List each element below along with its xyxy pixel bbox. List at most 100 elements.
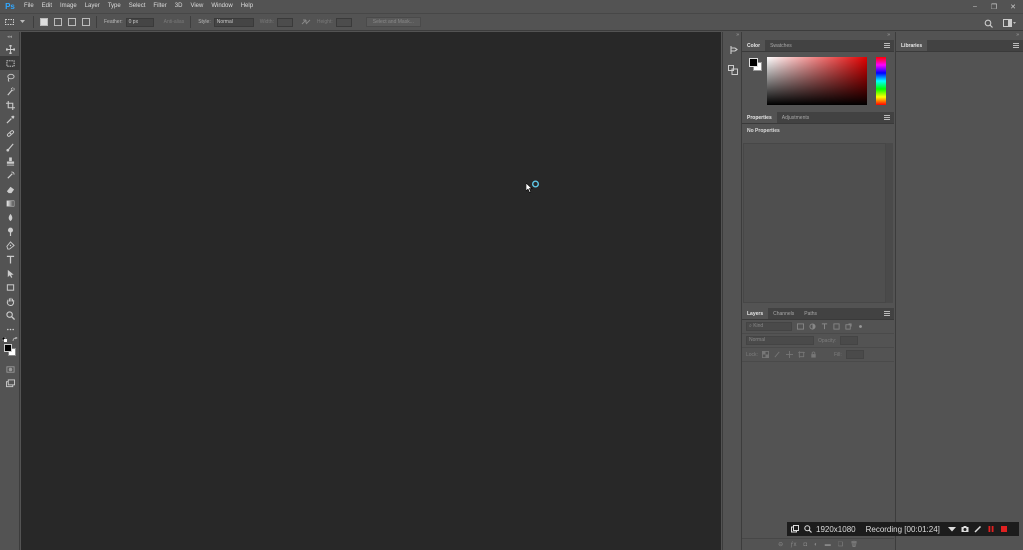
tab-swatches[interactable]: Swatches [765,40,797,51]
path-selection-tool-icon[interactable] [0,266,20,280]
link-layers-icon[interactable]: ⊖ [778,541,783,548]
minimize-button[interactable]: – [971,3,979,10]
subtract-from-selection-button[interactable] [68,18,76,26]
tab-layers[interactable]: Layers [742,308,769,319]
style-select[interactable]: Normal [213,17,254,27]
menu-image[interactable]: Image [56,0,81,13]
document-canvas[interactable] [21,32,721,550]
properties-scrollbar[interactable] [886,143,893,303]
pen-annotate-icon[interactable] [974,525,983,534]
marquee-tool-icon[interactable] [0,56,20,70]
color-picker-field[interactable] [767,57,867,105]
menu-view[interactable]: View [186,0,207,13]
stop-icon[interactable] [1000,525,1009,534]
lock-all-icon[interactable] [810,351,818,359]
smart-object-filter-icon[interactable] [844,323,852,331]
brush-tool-icon[interactable] [0,140,20,154]
new-selection-button[interactable] [40,18,48,26]
adjustment-layer-icon[interactable]: ◐ [814,542,818,548]
feather-input[interactable]: 0 px [125,17,154,27]
close-button[interactable]: ✕ [1009,3,1017,11]
zoom-tool-icon[interactable] [0,308,20,322]
dodge-tool-icon[interactable] [0,224,20,238]
recorder-dropdown-icon[interactable] [948,525,957,534]
menu-3d[interactable]: 3D [171,0,187,13]
layer-mask-icon[interactable]: ◘ [804,542,808,548]
height-input[interactable] [335,17,352,27]
foreground-color-swatch[interactable] [4,344,12,352]
lock-position-icon[interactable] [786,351,794,359]
crop-tool-icon[interactable] [0,98,20,112]
recorder-zoom-icon[interactable] [803,525,812,534]
swap-dimensions-icon[interactable] [301,18,311,26]
fill-input[interactable] [845,350,864,359]
panel-menu-icon[interactable] [1013,43,1019,48]
delete-layer-icon[interactable]: 🗑 [850,541,858,548]
filter-toggle-icon[interactable] [856,323,864,331]
menu-edit[interactable]: Edit [38,0,56,13]
screen-mode-icon[interactable] [0,376,20,390]
blur-tool-icon[interactable] [0,210,20,224]
panel-menu-icon[interactable] [884,115,890,120]
hand-tool-icon[interactable] [0,294,20,308]
select-and-mask-button[interactable]: Select and Mask... [365,17,421,27]
search-icon[interactable] [984,19,993,28]
new-layer-icon[interactable]: ❏ [838,541,843,548]
quick-selection-tool-icon[interactable] [0,84,20,98]
intersect-selection-button[interactable] [82,18,90,26]
pause-icon[interactable] [987,525,996,534]
anti-alias-checkbox[interactable]: Anti-alias [164,19,185,25]
eraser-tool-icon[interactable] [0,182,20,196]
panel-collapse-arrows[interactable]: » [742,32,894,38]
clone-stamp-tool-icon[interactable] [0,154,20,168]
tab-libraries[interactable]: Libraries [896,40,928,51]
lock-transparent-icon[interactable] [762,351,770,359]
menu-help[interactable]: Help [237,0,257,13]
type-tool-icon[interactable] [0,252,20,266]
menu-select[interactable]: Select [125,0,150,13]
menu-file[interactable]: File [20,0,38,13]
lasso-tool-icon[interactable] [0,70,20,84]
menu-filter[interactable]: Filter [149,0,170,13]
image-filter-icon[interactable] [796,323,804,331]
new-group-icon[interactable]: ▬ [825,542,831,548]
pen-tool-icon[interactable] [0,238,20,252]
menu-type[interactable]: Type [104,0,125,13]
lock-artboard-icon[interactable] [798,351,806,359]
panel-menu-icon[interactable] [884,311,890,316]
lock-image-icon[interactable] [774,351,782,359]
rectangle-tool-icon[interactable] [0,280,20,294]
color-panel-foreground-swatch[interactable] [749,58,758,67]
history-brush-tool-icon[interactable] [0,168,20,182]
move-tool-icon[interactable] [0,42,20,56]
quick-mask-icon[interactable] [0,362,20,376]
add-to-selection-button[interactable] [54,18,62,26]
hue-slider[interactable] [876,57,886,105]
panel-menu-icon[interactable] [884,43,890,48]
type-filter-icon[interactable] [820,323,828,331]
tab-adjustments[interactable]: Adjustments [777,112,815,123]
properties-panel-icon[interactable] [724,62,742,78]
more-tools-icon[interactable] [0,322,20,336]
eyedropper-tool-icon[interactable] [0,112,20,126]
width-input[interactable] [276,17,293,27]
tab-channels[interactable]: Channels [768,308,799,319]
restore-button[interactable]: ❐ [990,3,998,11]
gradient-tool-icon[interactable] [0,196,20,210]
swap-colors-icon[interactable] [12,337,18,342]
adjustment-filter-icon[interactable] [808,323,816,331]
libraries-collapse-arrows[interactable]: » [896,32,1023,38]
layer-styles-icon[interactable]: ƒx [790,542,796,548]
tab-color[interactable]: Color [742,40,766,51]
healing-brush-tool-icon[interactable] [0,126,20,140]
toolbar-grip[interactable]: ◂◂ [0,32,19,42]
default-colors-icon[interactable] [2,337,7,342]
menu-window[interactable]: Window [207,0,236,13]
workspace-switcher-icon[interactable] [1003,19,1017,27]
menu-layer[interactable]: Layer [81,0,104,13]
tool-preset-picker[interactable] [0,19,30,25]
layer-kind-filter[interactable]: ⌕ Kind [746,322,792,331]
camera-icon[interactable] [961,525,970,534]
collapse-arrows[interactable]: » [723,32,741,38]
opacity-input[interactable] [840,336,859,345]
